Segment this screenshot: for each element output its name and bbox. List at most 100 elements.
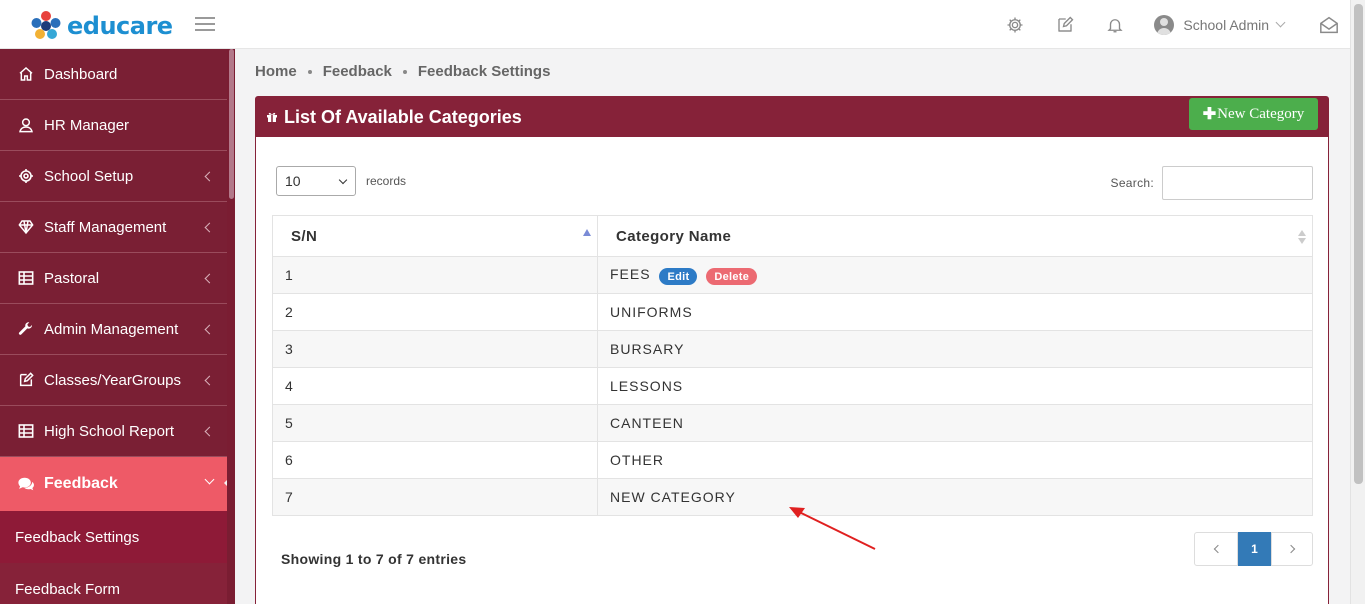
edit-icon[interactable] (1040, 0, 1090, 49)
chevron-left-icon (204, 171, 215, 182)
sort-asc-icon (583, 229, 591, 236)
comments-icon (17, 475, 35, 493)
card-title-text: List Of Available Categories (284, 106, 522, 127)
chevron-left-icon (204, 375, 215, 386)
annotation-arrow-icon (789, 507, 876, 550)
sidebar-subitem-feedback-settings[interactable]: Feedback Settings (0, 511, 235, 563)
avatar (1154, 14, 1175, 35)
sidebar-item-dashboard[interactable]: Dashboard (0, 49, 235, 100)
edit-button[interactable]: Edit (659, 267, 698, 285)
delete-button[interactable]: Delete (706, 267, 758, 285)
sidebar-item-staff-management[interactable]: Staff Management (0, 202, 235, 253)
sidebar-item-label: HR Manager (44, 116, 130, 134)
length-control: 10 records (276, 166, 406, 196)
card-header: List Of Available Categories ✚ New Categ… (256, 97, 1328, 137)
home-icon (17, 65, 35, 83)
top-navbar: educare School Admin (0, 0, 1350, 49)
column-header-label: S/N (291, 227, 318, 245)
table-row: 6 OTHER (272, 441, 1313, 479)
table-row: 5 CANTEEN (272, 404, 1313, 442)
sidebar-item-admin-management[interactable]: Admin Management (0, 304, 235, 355)
column-header-sn[interactable]: S/N (272, 215, 598, 257)
cell-sn: 7 (272, 478, 598, 516)
brand-logo[interactable]: educare (30, 10, 173, 42)
chevron-left-icon (204, 426, 215, 437)
cell-sn: 5 (272, 404, 598, 442)
logo-icon (30, 10, 62, 42)
cell-sn: 1 (272, 256, 598, 294)
cell-category-name: LESSONS (597, 367, 1313, 405)
cell-category-name: OTHER (597, 441, 1313, 479)
pagination-next[interactable] (1271, 532, 1313, 566)
sidebar-item-label: Feedback Form (15, 580, 121, 598)
chevron-down-icon (338, 175, 348, 185)
sidebar-item-label: High School Report (44, 422, 175, 440)
edit-icon (17, 371, 35, 389)
cell-category-name: NEW CATEGORY (597, 478, 1313, 516)
page-scrollbar[interactable] (1350, 0, 1365, 604)
table-row: 3 BURSARY (272, 330, 1313, 368)
pagination-page[interactable]: 1 (1238, 532, 1271, 566)
sidebar-item-label: Feedback (44, 475, 118, 492)
chevron-left-icon (1213, 544, 1222, 554)
menu-toggle-icon[interactable] (195, 17, 215, 31)
search-control: Search: (1111, 166, 1313, 200)
sidebar-item-label: Admin Management (44, 320, 179, 338)
sidebar-item-school-setup[interactable]: School Setup (0, 151, 235, 202)
search-label: Search: (1110, 176, 1154, 190)
cell-category-name: FEES Edit Delete (597, 256, 1313, 294)
cell-category-name: CANTEEN (597, 404, 1313, 442)
search-input[interactable] (1162, 166, 1313, 200)
categories-table: S/N Category Name 1 FEES Edit Delete 2 U… (272, 215, 1313, 516)
cell-sn: 4 (272, 367, 598, 405)
chevron-left-icon (204, 222, 215, 233)
breadcrumb-home[interactable]: Home (255, 63, 297, 80)
wrench-icon (17, 320, 35, 338)
table-info: Showing 1 to 7 of 7 entries (281, 551, 467, 567)
breadcrumb-separator (402, 69, 407, 74)
mail-icon[interactable] (1308, 0, 1350, 49)
table-icon (17, 422, 35, 440)
cell-category-name: BURSARY (597, 330, 1313, 368)
sidebar-scrollbar[interactable] (227, 49, 235, 604)
sidebar-item-label: Staff Management (44, 218, 167, 236)
plus-icon: ✚ (1202, 106, 1217, 123)
user-menu[interactable]: School Admin (1154, 14, 1286, 35)
gear-icon[interactable] (990, 0, 1040, 49)
table-row: 1 FEES Edit Delete (272, 256, 1313, 294)
new-category-button[interactable]: ✚ New Category (1189, 98, 1318, 130)
sidebar-item-label: School Setup (44, 167, 134, 185)
new-category-label: New Category (1217, 105, 1305, 122)
user-name: School Admin (1183, 16, 1269, 33)
pagination-previous[interactable] (1194, 532, 1238, 566)
chevron-left-icon (204, 324, 215, 335)
breadcrumb: Home Feedback Feedback Settings (255, 63, 550, 80)
column-header-category-name[interactable]: Category Name (597, 215, 1313, 257)
breadcrumb-separator (307, 69, 312, 74)
user-icon (17, 116, 35, 134)
pagination: 1 (1194, 532, 1313, 566)
sort-icon (1298, 230, 1306, 246)
cell-sn: 6 (272, 441, 598, 479)
sidebar-item-high-school-report[interactable]: High School Report (0, 406, 235, 457)
table-row: 4 LESSONS (272, 367, 1313, 405)
chevron-down-icon (204, 474, 215, 485)
column-header-label: Category Name (616, 227, 732, 245)
brand-name: educare (67, 12, 173, 40)
sidebar-item-label: Pastoral (44, 269, 100, 287)
chevron-down-icon (1275, 17, 1286, 28)
breadcrumb-current: Feedback Settings (417, 63, 551, 80)
category-name: FEES (610, 266, 651, 283)
breadcrumb-feedback[interactable]: Feedback (323, 63, 392, 80)
sidebar-item-classes-yeargroups[interactable]: Classes/YearGroups (0, 355, 235, 406)
bell-icon[interactable] (1090, 0, 1140, 49)
gift-icon (266, 111, 278, 123)
diamond-icon (17, 218, 35, 236)
sidebar-item-pastoral[interactable]: Pastoral (0, 253, 235, 304)
sidebar-subitem-feedback-form[interactable]: Feedback Form (0, 563, 235, 604)
sidebar-item-label: Feedback Settings (15, 528, 140, 546)
records-per-page-select[interactable]: 10 (276, 166, 356, 196)
sidebar-item-feedback[interactable]: Feedback (0, 457, 235, 511)
card-title: List Of Available Categories (266, 107, 522, 128)
sidebar-item-hr-manager[interactable]: HR Manager (0, 100, 235, 151)
